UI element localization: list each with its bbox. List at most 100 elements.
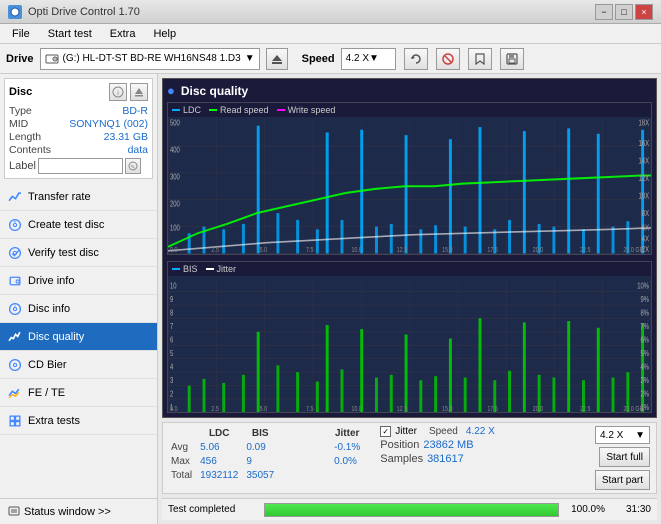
avg-bis: 0.09 — [246, 442, 280, 454]
svg-text:400: 400 — [170, 147, 180, 155]
svg-text:2%: 2% — [640, 390, 649, 398]
jitter-checkbox-row: ✓ Jitter Speed 4.22 X — [380, 426, 495, 437]
nav-extra-tests[interactable]: Extra tests — [0, 407, 157, 435]
type-value: BD-R — [122, 105, 148, 117]
maximize-button[interactable]: □ — [615, 4, 633, 20]
close-button[interactable]: × — [635, 4, 653, 20]
svg-text:100: 100 — [170, 225, 180, 233]
content-area: ● Disc quality LDC Read speed — [158, 74, 661, 524]
jitter-checkbox[interactable]: ✓ — [380, 426, 391, 437]
disc-quality-icon — [8, 330, 22, 344]
chart2-svg: 10% 9% 8% 7% 6% 5% 4% 3% 2% 1% 10 9 8 — [168, 278, 651, 413]
nav-create-test-disc[interactable]: + Create test disc — [0, 211, 157, 239]
svg-text:6%: 6% — [640, 336, 649, 344]
svg-text:7.5: 7.5 — [306, 246, 314, 253]
speed-value: 4.2 X — [346, 53, 369, 64]
menu-help[interactable]: Help — [145, 26, 184, 42]
start-part-button[interactable]: Start part — [595, 470, 650, 490]
nav-disc-info[interactable]: i Disc info — [0, 295, 157, 323]
svg-text:10%: 10% — [637, 283, 649, 291]
drive-eject-button[interactable] — [266, 48, 288, 70]
mid-key: MID — [9, 118, 28, 130]
svg-text:15.0: 15.0 — [442, 405, 453, 412]
legend-write: Write speed — [277, 105, 336, 115]
speed-drop-arrow: ▼ — [635, 430, 645, 441]
nav-fe-te[interactable]: FE / TE — [0, 379, 157, 407]
svg-text:5%: 5% — [640, 350, 649, 358]
legend-bis: BIS — [172, 264, 198, 274]
disc-info-button[interactable]: i — [109, 83, 127, 101]
svg-text:10.0: 10.0 — [351, 405, 362, 412]
start-full-button[interactable]: Start full — [599, 447, 650, 467]
svg-text:9%: 9% — [640, 296, 649, 304]
status-text: Test completed — [168, 504, 258, 515]
info-icon: i — [112, 86, 124, 98]
disc-eject-button[interactable] — [130, 83, 148, 101]
svg-text:12.5: 12.5 — [397, 405, 408, 412]
nav-disc-quality[interactable]: Disc quality — [0, 323, 157, 351]
progress-fill — [265, 504, 558, 516]
speed-dropdown[interactable]: 4.2 X ▼ — [595, 426, 650, 444]
progress-bar-area: Test completed 100.0% 31:30 — [162, 498, 657, 520]
svg-text:20.0: 20.0 — [533, 246, 544, 253]
max-label: Max — [171, 456, 198, 468]
transfer-rate-icon — [8, 190, 22, 204]
title-bar: Opti Drive Control 1.70 − □ × — [0, 0, 661, 24]
create-disc-icon: + — [8, 218, 22, 232]
svg-text:6: 6 — [170, 336, 173, 344]
svg-text:22.5: 22.5 — [580, 246, 591, 253]
svg-text:4: 4 — [170, 363, 173, 371]
edit-icon: ✎ — [128, 161, 138, 171]
disc-quality-panel-title: Disc quality — [181, 84, 248, 98]
disc-panel-title: Disc — [9, 86, 32, 98]
menu-file[interactable]: File — [4, 26, 38, 42]
menu-extra[interactable]: Extra — [102, 26, 144, 42]
drive-select[interactable]: (G:) HL-DT-ST BD-RE WH16NS48 1.D3 ▼ — [40, 48, 260, 70]
svg-text:8: 8 — [170, 309, 173, 317]
total-ldc: 1932112 — [200, 470, 244, 482]
svg-text:14X: 14X — [639, 158, 650, 166]
svg-text:7%: 7% — [640, 323, 649, 331]
eject-icon — [271, 53, 283, 65]
type-key: Type — [9, 105, 32, 117]
nav-transfer-rate[interactable]: Transfer rate — [0, 183, 157, 211]
drive-bar: Drive (G:) HL-DT-ST BD-RE WH16NS48 1.D3 … — [0, 44, 661, 74]
avg-label: Avg — [171, 442, 198, 454]
nav-cd-bier[interactable]: CD Bier — [0, 351, 157, 379]
label-btn[interactable]: ✎ — [125, 158, 141, 174]
nav-verify-test-disc[interactable]: Verify test disc — [0, 239, 157, 267]
samples-label: Samples — [380, 453, 423, 465]
svg-text:12.5: 12.5 — [397, 246, 408, 253]
nav-drive-info[interactable]: Drive info — [0, 267, 157, 295]
drive-label: Drive — [6, 53, 34, 65]
svg-text:4X: 4X — [642, 236, 649, 244]
toolbar-erase-button[interactable] — [436, 48, 460, 70]
toolbar-refresh-button[interactable] — [404, 48, 428, 70]
fe-te-icon — [8, 386, 22, 400]
menu-start-test[interactable]: Start test — [40, 26, 100, 42]
svg-text:7: 7 — [170, 323, 173, 331]
speed-select[interactable]: 4.2 X ▼ — [341, 48, 396, 70]
minimize-button[interactable]: − — [595, 4, 613, 20]
drive-info-icon — [8, 274, 22, 288]
disc-eject-icon — [134, 87, 144, 97]
status-window-button[interactable]: Status window >> — [0, 498, 157, 524]
bookmark-icon — [473, 52, 487, 66]
length-key: Length — [9, 131, 41, 143]
toolbar-save-button[interactable] — [500, 48, 524, 70]
svg-text:8X: 8X — [642, 210, 649, 218]
svg-text:10: 10 — [170, 283, 177, 291]
speed-stat-label: Speed — [429, 426, 458, 437]
svg-text:300: 300 — [170, 174, 180, 182]
charts-area: LDC Read speed Write speed — [167, 102, 652, 413]
stats-bar: LDC BIS Jitter Avg 5.06 0.09 -0.1% Max 4… — [162, 422, 657, 494]
svg-text:i: i — [117, 90, 119, 97]
speed-stat-value: 4.22 X — [466, 426, 495, 437]
toolbar-bookmark-button[interactable] — [468, 48, 492, 70]
svg-text:2.5: 2.5 — [211, 405, 219, 412]
svg-text:500: 500 — [170, 120, 180, 128]
disc-quality-panel-icon: ● — [167, 83, 175, 98]
label-input[interactable] — [38, 158, 123, 174]
svg-text:3%: 3% — [640, 377, 649, 385]
svg-text:18X: 18X — [639, 120, 650, 128]
